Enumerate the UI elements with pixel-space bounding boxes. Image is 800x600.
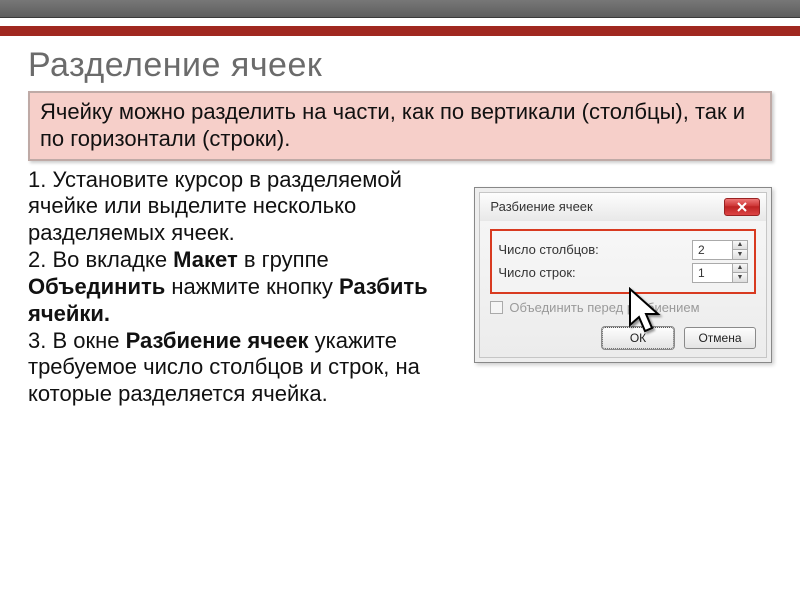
step-3: 3. В окне Разбиение ячеек укажите требуе…: [28, 328, 450, 408]
dialog-title: Разбиение ячеек: [490, 199, 592, 214]
merge-checkbox[interactable]: [490, 301, 503, 314]
gap-band: [0, 18, 800, 26]
dialog-titlebar: Разбиение ячеек: [480, 193, 766, 221]
columns-spinner[interactable]: ▲ ▼: [692, 240, 748, 260]
columns-input[interactable]: [692, 240, 732, 260]
highlight-box: Число столбцов: ▲ ▼ Чис: [490, 229, 756, 294]
close-icon: [737, 202, 747, 212]
ok-button[interactable]: ОК: [602, 327, 674, 349]
step-2: 2. Во вкладке Макет в группе Объединить …: [28, 247, 450, 327]
rows-spinner[interactable]: ▲ ▼: [692, 263, 748, 283]
rows-input[interactable]: [692, 263, 732, 283]
columns-field: Число столбцов: ▲ ▼: [498, 240, 748, 260]
merge-label: Объединить перед разбиением: [509, 300, 699, 315]
close-button[interactable]: [724, 198, 760, 216]
intro-text: Ячейку можно разделить на части, как по …: [40, 99, 760, 153]
rows-down-icon[interactable]: ▼: [733, 273, 747, 282]
accent-band: [0, 26, 800, 36]
steps: 1. Установите курсор в разделяемой ячейк…: [28, 167, 450, 408]
cancel-button[interactable]: Отмена: [684, 327, 756, 349]
top-chrome-band: [0, 0, 800, 18]
split-cells-dialog: Разбиение ячеек Число столбцов:: [479, 192, 767, 358]
slide-content: Разделение ячеек Ячейку можно разделить …: [0, 36, 800, 408]
columns-label: Число столбцов:: [498, 242, 598, 257]
rows-field: Число строк: ▲ ▼: [498, 263, 748, 283]
slide-title: Разделение ячеек: [28, 46, 772, 85]
rows-label: Число строк:: [498, 265, 575, 280]
columns-up-icon[interactable]: ▲: [733, 241, 747, 251]
intro-box: Ячейку можно разделить на части, как по …: [28, 91, 772, 161]
dialog-screenshot-frame: Разбиение ячеек Число столбцов:: [474, 187, 772, 363]
rows-up-icon[interactable]: ▲: [733, 264, 747, 274]
merge-before-row[interactable]: Объединить перед разбиением: [490, 300, 756, 315]
step-1: 1. Установите курсор в разделяемой ячейк…: [28, 167, 450, 247]
columns-down-icon[interactable]: ▼: [733, 250, 747, 259]
